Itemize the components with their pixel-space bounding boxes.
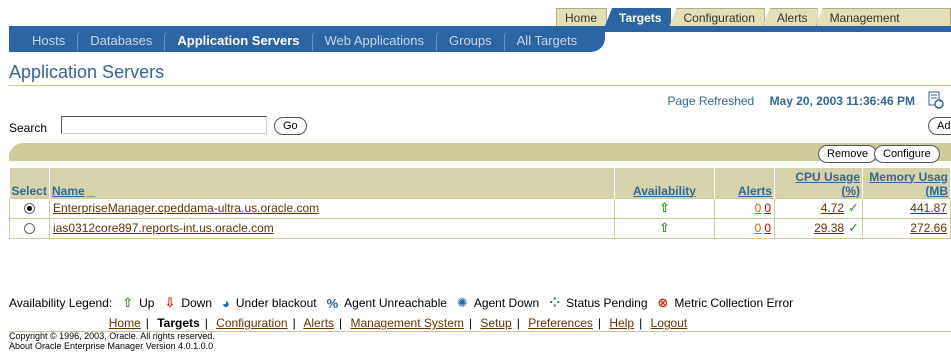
- row-availability: ⇧: [614, 217, 715, 239]
- check-icon: ✓: [848, 220, 859, 235]
- up-arrow-icon: ⇧: [659, 220, 670, 235]
- footer-home[interactable]: Home: [109, 316, 141, 330]
- target-nav: Hosts Databases Application Servers Web …: [9, 31, 589, 51]
- footer-targets: Targets: [157, 316, 200, 330]
- page-title: Application Servers: [9, 62, 165, 82]
- availability-legend: Availability Legend: ⇧ Up ⇩ Down ◕ Under bl…: [9, 295, 793, 311]
- server-name-link[interactable]: ias0312core897.reports-int.us.oracle.com: [53, 221, 274, 235]
- table-row: ias0312core897.reports-int.us.oracle.com…: [9, 217, 951, 239]
- footer-help[interactable]: Help: [609, 316, 634, 330]
- legend-blackout: Under blackout: [235, 296, 317, 310]
- blackout-icon: ◕: [222, 295, 230, 311]
- nav-web-applications[interactable]: Web Applications: [311, 31, 437, 51]
- col-select: Select: [9, 168, 50, 198]
- legend-metric-error: Metric Collection Error: [674, 296, 794, 310]
- metric-error-icon: ⊗: [657, 295, 669, 310]
- row-select[interactable]: [9, 197, 50, 219]
- footer-preferences[interactable]: Preferences: [528, 316, 593, 330]
- tab-alerts[interactable]: Alerts: [762, 8, 818, 26]
- warning-alerts-link[interactable]: 0: [755, 201, 762, 215]
- legend-status-pending: Status Pending: [566, 296, 648, 310]
- up-arrow-icon: ⇧: [659, 200, 670, 215]
- col-name[interactable]: Name △: [49, 168, 615, 198]
- footer-links: Home | Targets | Configuration | Alerts | Ma…: [108, 316, 688, 330]
- go-button[interactable]: Go: [274, 117, 307, 135]
- col-availability[interactable]: Availability: [614, 168, 715, 198]
- tab-targets[interactable]: Targets: [605, 8, 672, 26]
- row-alerts: 00: [714, 217, 775, 239]
- legend-agent-unreachable: Agent Unreachable: [344, 296, 447, 310]
- search-label: Search: [9, 121, 48, 135]
- nav-application-servers[interactable]: Application Servers: [164, 31, 311, 51]
- title-divider: [9, 85, 951, 86]
- footer-logout[interactable]: Logout: [651, 316, 688, 330]
- nav-groups[interactable]: Groups: [436, 31, 504, 51]
- table-action-bar: [9, 143, 951, 161]
- table-row: EnterpriseManager.cpeddama-ultra.us.orac…: [9, 197, 951, 219]
- refresh-timestamp: May 20, 2003 11:36:46 PM: [769, 94, 915, 108]
- memory-usage-link[interactable]: 272.66: [910, 221, 947, 235]
- app-servers-table: Select Name △ Availability Alerts CPU Usa…: [9, 168, 951, 239]
- server-name-link[interactable]: EnterpriseManager.cpeddama-ultra.us.orac…: [53, 201, 319, 215]
- legend-down: Down: [181, 296, 213, 310]
- footer-alerts[interactable]: Alerts: [303, 316, 334, 330]
- footer-management-system[interactable]: Management System: [351, 316, 464, 330]
- tab-configuration[interactable]: Configuration: [669, 8, 765, 26]
- status-pending-icon: ⁘: [549, 295, 561, 310]
- radio-button[interactable]: [24, 203, 35, 215]
- row-memory: 272.66: [862, 217, 951, 239]
- footer-setup[interactable]: Setup: [480, 316, 511, 330]
- global-tabs: Home Targets Configuration Alerts Manage…: [556, 8, 951, 26]
- cpu-usage-link[interactable]: 4.72: [821, 201, 844, 215]
- col-memory-unit: (MB: [925, 183, 948, 198]
- row-alerts: 00: [714, 197, 775, 219]
- row-availability: ⇧: [614, 197, 715, 219]
- check-icon: ✓: [848, 200, 859, 215]
- row-select[interactable]: [9, 217, 50, 239]
- refresh-label: Page Refreshed: [667, 94, 755, 108]
- remove-button[interactable]: Remove: [818, 145, 877, 163]
- search-input[interactable]: [61, 116, 267, 134]
- critical-alerts-link[interactable]: 0: [764, 221, 771, 235]
- configure-button[interactable]: Configure: [874, 145, 940, 163]
- tab-management-system[interactable]: Management System: [815, 8, 951, 26]
- row-memory: 441.87: [862, 197, 951, 219]
- col-memory-label: Memory Usag: [869, 169, 948, 184]
- down-arrow-icon: ⇩: [164, 295, 176, 310]
- row-cpu: 29.38 ✓: [774, 217, 863, 239]
- radio-button[interactable]: [24, 223, 35, 235]
- nav-hosts[interactable]: Hosts: [9, 31, 77, 51]
- cpu-usage-link[interactable]: 29.38: [814, 221, 844, 235]
- refresh-icon[interactable]: [928, 91, 944, 109]
- col-memory-usage[interactable]: Memory Usag (MB: [862, 168, 951, 198]
- add-button[interactable]: Add: [928, 117, 951, 135]
- col-alerts[interactable]: Alerts: [714, 168, 775, 198]
- memory-usage-link[interactable]: 441.87: [910, 201, 947, 215]
- agent-down-icon: ✺: [456, 295, 468, 310]
- critical-alerts-link[interactable]: 0: [764, 201, 771, 215]
- row-cpu: 4.72 ✓: [774, 197, 863, 219]
- col-cpu-usage[interactable]: CPU Usage (%): [774, 168, 863, 198]
- up-arrow-icon: ⇧: [122, 295, 134, 310]
- footer-configuration[interactable]: Configuration: [216, 316, 287, 330]
- copyright: Copyright © 1996, 2003, Oracle. All righ…: [9, 331, 215, 341]
- row-name[interactable]: ias0312core897.reports-int.us.oracle.com: [49, 217, 615, 239]
- nav-databases[interactable]: Databases: [77, 31, 164, 51]
- page-refreshed: Page Refreshed May 20, 2003 11:36:46 PM: [667, 94, 915, 108]
- tab-home[interactable]: Home: [556, 8, 608, 26]
- legend-title: Availability Legend:: [9, 296, 113, 310]
- legend-agent-down: Agent Down: [473, 296, 540, 310]
- col-name-label: Name: [52, 183, 85, 198]
- nav-all-targets[interactable]: All Targets: [503, 31, 589, 51]
- agent-unreachable-icon: %: [326, 295, 339, 311]
- row-name[interactable]: EnterpriseManager.cpeddama-ultra.us.orac…: [49, 197, 615, 219]
- legend-up: Up: [139, 296, 155, 310]
- sort-ascending-icon: △: [86, 185, 96, 198]
- about-link[interactable]: About Oracle Enterprise Manager Version …: [9, 341, 213, 351]
- warning-alerts-link[interactable]: 0: [755, 221, 762, 235]
